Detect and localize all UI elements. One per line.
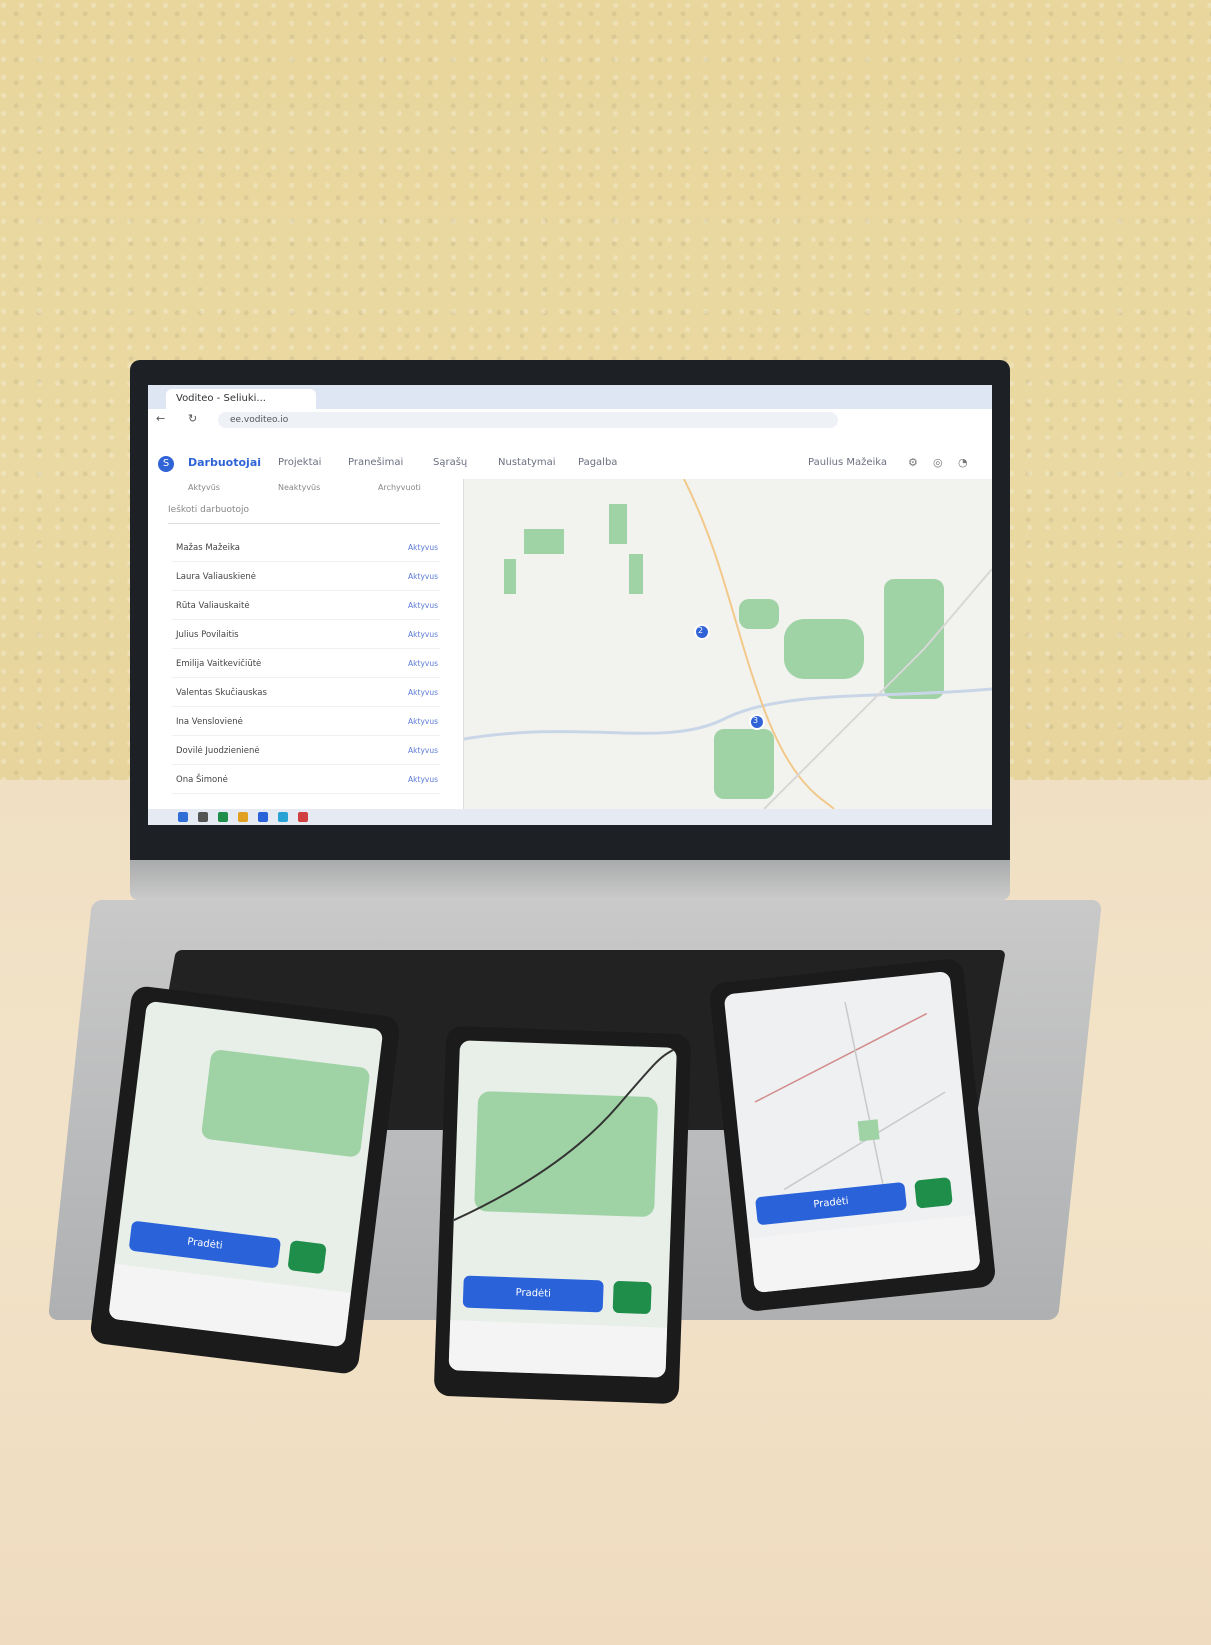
employee-name: Dovilė Juodzienienė: [176, 746, 260, 756]
app-header: S Darbuotojai Projektai Pranešimai Sąraš…: [148, 449, 992, 480]
nav-item-lists[interactable]: Sąrašų: [433, 457, 467, 468]
laptop-screen: Voditeo - Seliuki... ← ↻ ee.voditeo.io S…: [148, 385, 992, 825]
start-button[interactable]: Pradėti: [128, 1220, 282, 1269]
map-roads: [464, 479, 992, 809]
list-item[interactable]: Emilija Vaitkevičiūtė Aktyvus: [172, 651, 440, 678]
address-bar: ← ↻ ee.voditeo.io: [148, 409, 992, 432]
map-view[interactable]: 2 3: [464, 479, 992, 809]
employee-name: Rūta Valiauskaitė: [176, 601, 250, 611]
subtab-inactive[interactable]: Neaktyvūs: [278, 483, 320, 492]
app-icon[interactable]: [298, 812, 308, 822]
list-item[interactable]: Dovilė Juodzienienė Aktyvus: [172, 738, 440, 765]
list-item[interactable]: Ina Venslovienė Aktyvus: [172, 709, 440, 736]
subtab-archived[interactable]: Archyvuoti: [378, 483, 421, 492]
list-item[interactable]: Ona Šimonė Aktyvus: [172, 767, 440, 794]
phone-screen: Pradėti: [108, 1000, 384, 1348]
bottom-nav: [108, 1263, 352, 1348]
subtab-active[interactable]: Aktyvūs: [188, 483, 220, 492]
chat-button[interactable]: [914, 1177, 953, 1209]
employee-name: Ona Šimonė: [176, 775, 228, 785]
user-name[interactable]: Paulius Mažeika: [808, 457, 887, 468]
status-badge: Aktyvus: [408, 543, 438, 552]
status-badge: Aktyvus: [408, 688, 438, 697]
employee-name: Ina Venslovienė: [176, 717, 243, 727]
map-pin-count: 2: [698, 626, 704, 635]
photo-scene: Voditeo - Seliuki... ← ↻ ee.voditeo.io S…: [0, 0, 1211, 1645]
start-button[interactable]: Pradėti: [462, 1275, 604, 1313]
phone-center: Pradėti: [433, 1025, 692, 1405]
status-badge: Aktyvus: [408, 717, 438, 726]
status-badge: Aktyvus: [408, 572, 438, 581]
list-item[interactable]: Rūta Valiauskaitė Aktyvus: [172, 593, 440, 620]
employee-name: Valentas Skučiauskas: [176, 688, 267, 698]
bookmarks-bar: [148, 431, 992, 450]
app-icon[interactable]: [278, 812, 288, 822]
bottom-nav: [448, 1320, 668, 1378]
start-icon[interactable]: [178, 812, 188, 822]
back-icon[interactable]: ←: [156, 412, 165, 425]
phone-screen: Pradėti: [448, 1040, 677, 1378]
nav-item-projects[interactable]: Projektai: [278, 457, 321, 468]
nav-item-messages[interactable]: Pranešimai: [348, 457, 403, 468]
map-forest: [857, 1119, 880, 1142]
employee-name: Emilija Vaitkevičiūtė: [176, 659, 262, 669]
chat-button[interactable]: [287, 1240, 327, 1275]
employee-name: Julius Povilaitis: [176, 630, 239, 640]
map-pin-count: 3: [753, 716, 759, 725]
status-badge: Aktyvus: [408, 659, 438, 668]
list-item[interactable]: Julius Povilaitis Aktyvus: [172, 622, 440, 649]
phone-screen: Pradėti: [723, 970, 981, 1294]
phone-right: Pradėti: [708, 957, 997, 1313]
employee-name: Mažas Mažeika: [176, 543, 240, 553]
app-brand[interactable]: Darbuotojai: [188, 456, 261, 469]
url-field[interactable]: ee.voditeo.io: [218, 412, 838, 428]
nav-item-settings[interactable]: Nustatymai: [498, 457, 556, 468]
search-icon[interactable]: [198, 812, 208, 822]
list-item[interactable]: Laura Valiauskienė Aktyvus: [172, 564, 440, 591]
employee-name: Laura Valiauskienė: [176, 572, 256, 582]
notification-icon[interactable]: ◎: [933, 456, 943, 469]
settings-icon[interactable]: ⚙: [908, 456, 918, 469]
browser-tab[interactable]: Voditeo - Seliuki...: [166, 389, 316, 409]
app-icon[interactable]: [258, 812, 268, 822]
laptop-hinge: [130, 860, 1010, 900]
status-badge: Aktyvus: [408, 775, 438, 784]
employee-panel: Aktyvūs Neaktyvūs Archyvuoti Ieškoti dar…: [148, 479, 464, 809]
status-badge: Aktyvus: [408, 630, 438, 639]
status-badge: Aktyvus: [408, 601, 438, 610]
nav-item-help[interactable]: Pagalba: [578, 457, 617, 468]
windows-taskbar: [148, 809, 992, 825]
browser-tabbar: Voditeo - Seliuki...: [148, 385, 992, 409]
app-icon[interactable]: [218, 812, 228, 822]
map-forest: [200, 1048, 371, 1158]
reload-icon[interactable]: ↻: [188, 412, 197, 425]
app-logo-icon: S: [158, 456, 174, 472]
list-item[interactable]: Valentas Skučiauskas Aktyvus: [172, 680, 440, 707]
chat-button[interactable]: [612, 1280, 652, 1315]
app-icon[interactable]: [238, 812, 248, 822]
phone-left: Pradėti: [89, 984, 401, 1376]
status-badge: Aktyvus: [408, 746, 438, 755]
list-item[interactable]: Mažas Mažeika Aktyvus: [172, 535, 440, 562]
profile-icon[interactable]: ◔: [958, 456, 968, 469]
employee-search-input[interactable]: Ieškoti darbuotojo: [168, 505, 440, 524]
